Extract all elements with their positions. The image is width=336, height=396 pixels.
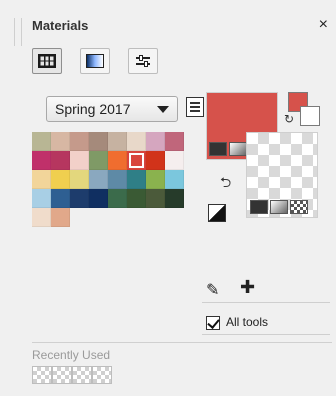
color-swatch[interactable] [51,151,70,170]
recent-swatch[interactable] [52,366,72,384]
adjust-mode-button[interactable] [128,48,158,74]
color-swatch[interactable] [146,151,165,170]
color-swatch[interactable] [70,189,89,208]
color-swatch[interactable] [146,132,165,151]
color-swatch[interactable] [108,151,127,170]
color-swatch[interactable] [32,170,51,189]
color-swatch[interactable] [127,170,146,189]
palette-dropdown[interactable]: Spring 2017 [46,96,178,122]
eyedropper-icon[interactable]: ✎ [206,280,219,300]
chevron-down-icon [157,105,169,113]
recent-swatch[interactable] [32,366,52,384]
sliders-icon [134,54,152,68]
color-swatch[interactable] [70,151,89,170]
swatches-mode-button[interactable] [32,48,62,74]
color-swatch[interactable] [32,189,51,208]
color-swatch[interactable] [108,132,127,151]
color-swatch[interactable] [165,132,184,151]
color-swatch[interactable] [32,132,51,151]
color-swatch[interactable] [146,189,165,208]
swap-colors-small-icon[interactable]: ↻ [284,112,294,126]
color-swatch[interactable] [51,170,70,189]
color-swatch[interactable] [165,170,184,189]
color-swatch[interactable] [165,189,184,208]
color-swatch[interactable] [108,189,127,208]
close-icon[interactable]: × [319,16,328,34]
reset-colors-icon[interactable] [208,204,226,222]
recent-swatch[interactable] [72,366,92,384]
swatch-grid [32,132,184,227]
drag-grip[interactable] [14,18,22,46]
color-swatch[interactable] [70,132,89,151]
color-swatch[interactable] [146,170,165,189]
color-swatch[interactable] [32,208,51,227]
all-tools-checkbox[interactable] [206,316,220,330]
color-swatch[interactable] [51,189,70,208]
solid-color-icon[interactable] [209,142,227,156]
all-tools-label: All tools [226,315,269,329]
recent-swatch[interactable] [92,366,112,384]
mini-background-swatch[interactable] [300,106,320,126]
texture-style-icon[interactable] [290,200,308,214]
color-swatch[interactable] [70,170,89,189]
recently-used-label: Recently Used [32,348,111,362]
color-swatch[interactable] [165,151,184,170]
color-swatch[interactable] [89,151,108,170]
color-swatch[interactable] [89,132,108,151]
add-to-palette-icon[interactable]: ✚ [240,277,255,298]
background-properties [250,200,316,216]
materials-panel: Materials × Spring 2017 ↻ ⮌ ✎ ✚ All tool… [14,8,332,392]
gradient-style-icon[interactable] [270,200,288,214]
color-swatch[interactable] [108,170,127,189]
color-swatch[interactable] [51,208,70,227]
palette-dropdown-value: Spring 2017 [55,101,131,117]
color-swatch[interactable] [89,170,108,189]
solid-color-icon[interactable] [250,200,268,214]
swatches-grid-icon [38,54,56,68]
gradient-style-icon[interactable] [229,142,247,156]
swap-colors-icon[interactable]: ⮌ [220,172,231,196]
color-swatch[interactable] [89,189,108,208]
color-swatch[interactable] [127,189,146,208]
section-divider [32,342,332,343]
gradient-icon [86,54,104,68]
color-swatch[interactable] [127,132,146,151]
divider [202,302,330,303]
palette-menu-icon[interactable] [186,97,204,117]
panel-title: Materials [32,18,89,33]
color-swatch[interactable] [51,132,70,151]
gradient-mode-button[interactable] [80,48,110,74]
divider [202,334,330,335]
color-swatch[interactable] [32,151,51,170]
color-swatch[interactable] [127,151,146,170]
recent-swatches [32,366,112,384]
